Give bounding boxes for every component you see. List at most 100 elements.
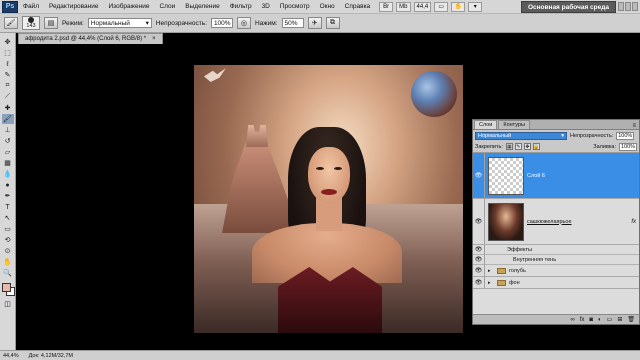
path-selection-tool-icon[interactable]: ↖ (2, 213, 14, 223)
hand-tool-icon[interactable]: ✋ (2, 257, 14, 267)
sample-all-layers-icon[interactable]: ⧉ (325, 17, 340, 29)
visibility-eye-icon[interactable]: 👁 (473, 265, 485, 276)
minibridge-button[interactable]: Mb (396, 1, 411, 12)
add-style-icon[interactable]: fx (580, 317, 585, 323)
move-tool-icon[interactable]: ✥ (2, 37, 14, 47)
foreground-color-swatch[interactable] (1, 283, 11, 292)
mode-select[interactable]: Нормальный ▾ (87, 18, 152, 28)
workspace-switcher-button[interactable]: Основная рабочая среда (520, 1, 616, 13)
lock-row: Закрепить: ▦ ✎ ✥ 🔒 Заливка: 100% (473, 141, 639, 152)
expand-arrow-icon[interactable]: ▸ (488, 268, 494, 274)
pressure-opacity-icon[interactable]: ◎ (236, 17, 251, 29)
marquee-tool-icon[interactable]: ⬚ (2, 48, 14, 58)
layer-opacity-label: Непрозрачность: (570, 132, 614, 139)
3d-orbit-tool-icon[interactable]: ⊙ (2, 246, 14, 256)
lock-all-icon[interactable]: 🔒 (532, 143, 540, 150)
lock-label: Закрепить: (475, 143, 503, 150)
healing-brush-tool-icon[interactable]: ✚ (2, 103, 14, 113)
quick-mask-icon[interactable]: ◫ (2, 299, 14, 309)
link-layers-icon[interactable]: ∞ (570, 317, 574, 323)
lock-position-icon[interactable]: ✥ (523, 143, 531, 150)
airbrush-icon[interactable]: ✈ (307, 17, 322, 29)
close-icon[interactable] (632, 2, 638, 11)
minimize-icon[interactable] (618, 2, 624, 11)
pen-tool-icon[interactable]: ✒ (2, 191, 14, 201)
brush-size-label: 143 (26, 23, 36, 29)
adjustment-layer-icon[interactable]: ◐ (598, 317, 602, 323)
brush-tool-icon[interactable]: 🖌 (1, 114, 14, 124)
blend-mode-select[interactable]: Нормальный ▾ (475, 131, 567, 140)
layer-group-row[interactable]: 👁 ▸ фон (473, 277, 639, 289)
zoom-level-field[interactable]: 44,4 (413, 1, 432, 12)
bridge-button[interactable]: Br (379, 1, 394, 12)
opacity-field[interactable]: 100% (210, 18, 233, 28)
menu-image[interactable]: Изображение (104, 0, 155, 14)
expand-arrow-icon[interactable]: ▸ (488, 280, 494, 286)
gradient-tool-icon[interactable]: ▦ (2, 158, 14, 168)
shape-tool-icon[interactable]: ▭ (2, 224, 14, 234)
lock-transparency-icon[interactable]: ▦ (505, 143, 513, 150)
tab-layers[interactable]: Слои (474, 120, 498, 129)
menu-file[interactable]: Файл (18, 0, 44, 14)
eraser-tool-icon[interactable]: ▱ (2, 147, 14, 157)
menu-3d[interactable]: 3D (257, 0, 275, 14)
brush-preset-picker[interactable]: 143 (22, 16, 40, 30)
fill-field[interactable]: 100% (619, 142, 637, 151)
crop-tool-icon[interactable]: ⌗ (2, 81, 14, 91)
visibility-eye-icon[interactable]: 👁 (473, 277, 485, 288)
visibility-eye-icon[interactable]: 👁 (473, 244, 485, 255)
quick-select-tool-icon[interactable]: ✎ (2, 70, 14, 80)
visibility-eye-icon[interactable]: 👁 (473, 153, 485, 198)
layer-row[interactable]: 👁 сашкюжелаярьое fx (473, 199, 639, 245)
arrange-documents-icon[interactable]: ▭ (434, 1, 449, 12)
lock-pixels-icon[interactable]: ✎ (514, 143, 522, 150)
group-name: фон (509, 279, 520, 286)
blend-mode-value: Нормальный (478, 132, 512, 139)
new-group-icon[interactable]: ▭ (607, 316, 613, 323)
visibility-eye-icon[interactable]: 👁 (473, 254, 485, 265)
close-tab-icon[interactable]: × (152, 36, 156, 42)
menu-layers[interactable]: Слои (154, 0, 180, 14)
zoom-tool-icon[interactable]: 🔍 (2, 268, 14, 278)
new-layer-icon[interactable]: ⊞ (617, 316, 622, 323)
layer-row[interactable]: 👁 Слой 6 (473, 153, 639, 199)
menu-window[interactable]: Окно (315, 0, 340, 14)
menu-help[interactable]: Справка (340, 0, 376, 14)
tool-preset-picker-icon[interactable]: 🖌 (4, 17, 18, 29)
type-tool-icon[interactable]: T (2, 202, 14, 212)
planet (411, 71, 457, 117)
menu-select[interactable]: Выделение (180, 0, 224, 14)
inner-shadow-row[interactable]: 👁 Внутренняя тень (473, 254, 639, 265)
document-canvas-image[interactable] (194, 65, 463, 333)
blur-tool-icon[interactable]: 💧 (2, 169, 14, 179)
pressure-field[interactable]: 50% (281, 18, 304, 28)
add-mask-icon[interactable]: ◙ (589, 317, 593, 323)
woman-figure (236, 127, 406, 333)
document-tab[interactable]: афродита 2.psd @ 44,4% (Слой 6, RGB/8) *… (18, 33, 163, 44)
3d-rotate-tool-icon[interactable]: ⟲ (2, 235, 14, 245)
effects-row[interactable]: 👁 Эффекты (473, 244, 639, 255)
clone-stamp-tool-icon[interactable]: ⊥ (2, 125, 14, 135)
layer-opacity-field[interactable]: 100% (616, 131, 635, 140)
dodge-tool-icon[interactable]: ● (2, 180, 14, 190)
lasso-tool-icon[interactable]: ℓ (2, 59, 14, 69)
eyedropper-tool-icon[interactable]: ⟋ (2, 92, 14, 102)
zoom-status[interactable]: 44,4% (3, 353, 19, 359)
color-swatches[interactable] (1, 282, 15, 298)
visibility-eye-icon[interactable]: 👁 (473, 199, 485, 244)
panel-menu-icon[interactable]: ≡ (632, 123, 636, 129)
layer-effects-icon[interactable]: fx (631, 219, 636, 225)
layer-group-row[interactable]: 👁 ▸ голубь (473, 265, 639, 277)
history-brush-tool-icon[interactable]: ↺ (2, 136, 14, 146)
menu-view[interactable]: Просмотр (275, 0, 315, 14)
tab-paths[interactable]: Контуры (498, 120, 530, 129)
brush-panel-toggle-icon[interactable]: ▤ (44, 17, 58, 29)
application-bar-tools: Br Mb 44,4 ▭ ✋ ▾ (379, 1, 483, 12)
menu-edit[interactable]: Редактирование (44, 0, 104, 14)
trash-icon[interactable]: 🗑 (627, 316, 635, 323)
hand-tool-icon[interactable]: ✋ (451, 1, 466, 12)
screen-mode-dropdown[interactable]: ▾ (468, 1, 483, 12)
layer-thumbnail (488, 202, 524, 241)
menu-filter[interactable]: Фильтр (225, 0, 257, 14)
maximize-icon[interactable] (625, 2, 631, 11)
